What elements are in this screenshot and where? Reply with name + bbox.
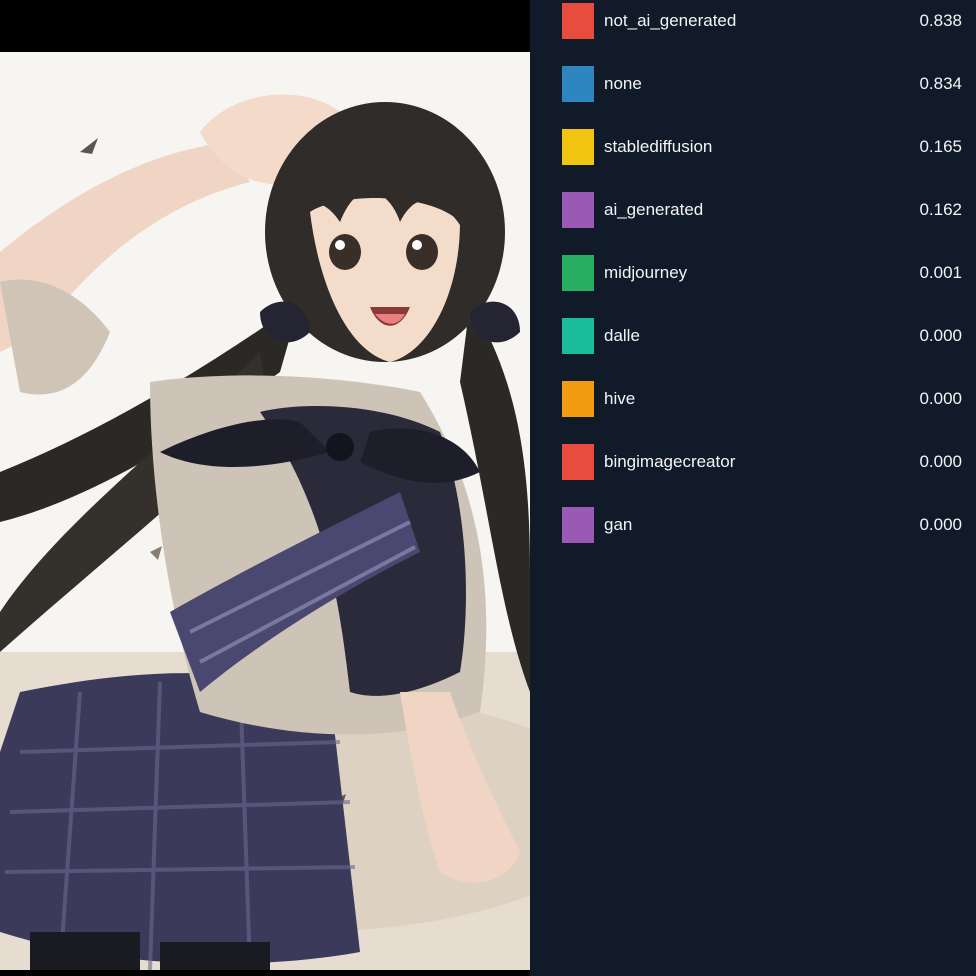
color-swatch <box>562 66 594 102</box>
result-label: midjourney <box>604 263 688 282</box>
result-score: 0.000 <box>919 452 962 471</box>
image-pane <box>0 0 530 976</box>
result-score: 0.000 <box>919 326 962 345</box>
result-score: 0.838 <box>919 11 962 30</box>
color-swatch <box>562 507 594 543</box>
result-row: gan 0.000 <box>562 504 962 543</box>
result-label: not_ai_generated <box>604 11 737 30</box>
result-row: stablediffusion 0.165 <box>562 126 962 165</box>
result-score: 0.162 <box>919 200 962 219</box>
result-label: bingimagecreator <box>604 452 736 471</box>
result-score: 0.001 <box>919 263 962 282</box>
result-row: ai_generated 0.162 <box>562 189 962 228</box>
color-swatch <box>562 129 594 165</box>
result-label: ai_generated <box>604 200 704 219</box>
result-label: none <box>604 74 642 93</box>
input-image <box>0 52 530 970</box>
result-score: 0.834 <box>919 74 962 93</box>
color-swatch <box>562 192 594 228</box>
color-swatch <box>562 3 594 39</box>
result-score: 0.165 <box>919 137 962 156</box>
anime-girl-illustration-icon <box>0 52 530 970</box>
result-label: gan <box>604 515 633 534</box>
results-panel: not_ai_generated 0.838 none 0.834 stable… <box>530 0 976 976</box>
app-root: not_ai_generated 0.838 none 0.834 stable… <box>0 0 976 976</box>
result-row: bingimagecreator 0.000 <box>562 441 962 480</box>
color-swatch <box>562 255 594 291</box>
result-label: dalle <box>604 326 640 345</box>
result-row: none 0.834 <box>562 63 962 102</box>
color-swatch <box>562 318 594 354</box>
result-label: stablediffusion <box>604 137 713 156</box>
result-score: 0.000 <box>919 515 962 534</box>
color-swatch <box>562 381 594 417</box>
result-row: not_ai_generated 0.838 <box>562 0 962 39</box>
result-row: dalle 0.000 <box>562 315 962 354</box>
result-row: midjourney 0.001 <box>562 252 962 291</box>
result-row: hive 0.000 <box>562 378 962 417</box>
color-swatch <box>562 444 594 480</box>
result-label: hive <box>604 389 636 408</box>
result-score: 0.000 <box>919 389 962 408</box>
